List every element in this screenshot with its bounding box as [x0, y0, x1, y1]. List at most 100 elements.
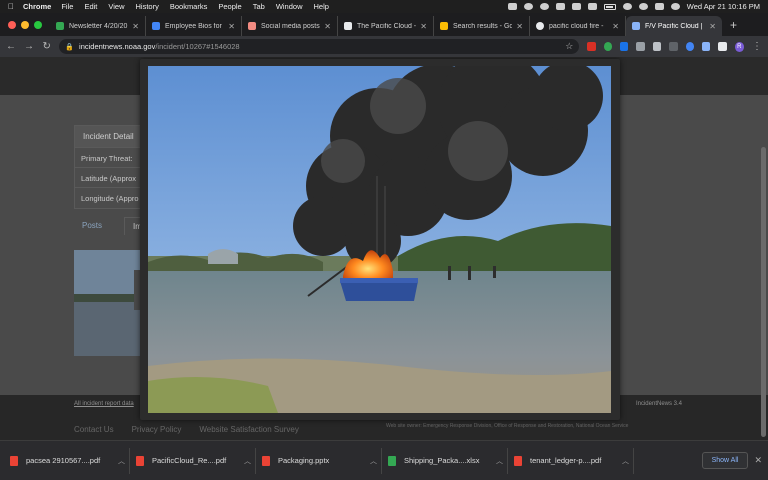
extension-icon[interactable] — [587, 42, 596, 51]
more-menu-icon[interactable]: ⋮ — [752, 41, 762, 52]
page-scrollbar[interactable] — [761, 147, 766, 437]
minimize-window-button[interactable] — [21, 21, 29, 29]
tab-newsletter[interactable]: Newsletter 4/20/20 ✕ — [50, 16, 146, 36]
footer-credit: Web site owner: Emergency Response Divis… — [386, 423, 629, 429]
tab-title: The Pacific Cloud - — [357, 22, 417, 30]
new-tab-button[interactable]: + — [730, 18, 737, 32]
tab-favicon — [152, 22, 160, 30]
status-area: Wed Apr 21 10:16 PM — [507, 2, 760, 11]
tab-social-media[interactable]: Social media posts ✕ — [242, 16, 338, 36]
close-tab-icon[interactable]: ✕ — [612, 22, 619, 31]
close-tab-icon[interactable]: ✕ — [228, 22, 235, 31]
forward-arrow-icon[interactable]: → — [24, 41, 34, 52]
extension-icon[interactable] — [620, 42, 629, 51]
siri-icon[interactable] — [670, 3, 680, 10]
show-all-button[interactable]: Show All — [701, 452, 749, 469]
download-item[interactable]: pacsea 2910567....pdf ︿ — [6, 447, 130, 474]
pptx-file-icon — [262, 455, 270, 466]
tab-title: Search results - Go — [453, 22, 513, 30]
menu-people[interactable]: People — [218, 2, 241, 11]
extension-icon[interactable] — [685, 42, 694, 51]
tab-title: Employee Bios for I — [165, 22, 225, 30]
download-item[interactable]: Shipping_Packa....xlsx ︿ — [384, 447, 508, 474]
lock-icon[interactable]: 🔒 — [65, 43, 74, 51]
url-domain: incidentnews.noaa.gov — [79, 42, 156, 51]
menu-help[interactable]: Help — [314, 2, 329, 11]
menu-tab[interactable]: Tab — [253, 2, 265, 11]
browser-tab-strip: Newsletter 4/20/20 ✕ Employee Bios for I… — [0, 13, 768, 36]
lightbox-photo[interactable] — [148, 66, 611, 413]
bookmark-status-icon[interactable] — [555, 3, 565, 10]
extension-icon[interactable] — [636, 42, 645, 51]
all-reports-link[interactable]: All incident report data — [74, 401, 134, 407]
back-arrow-icon[interactable]: ← — [6, 41, 16, 52]
macos-menu-bar:  Chrome File Edit View History Bookmark… — [0, 0, 768, 13]
control-center-icon[interactable] — [654, 3, 664, 10]
tab-favicon — [536, 22, 544, 30]
app-version: IncidentNews 3.4 — [635, 401, 682, 407]
tab-search-results[interactable]: Search results - Go ✕ — [434, 16, 530, 36]
tab-title: F/V Pacific Cloud | I — [645, 22, 706, 30]
pdf-file-icon — [136, 455, 144, 466]
menu-edit[interactable]: Edit — [84, 2, 97, 11]
menu-history[interactable]: History — [136, 2, 159, 11]
close-tab-icon[interactable]: ✕ — [324, 22, 331, 31]
spotlight-icon[interactable] — [638, 3, 648, 10]
url-path: /incident/10267#1546028 — [155, 42, 240, 51]
bookmark-star-icon[interactable]: ☆ — [565, 41, 573, 52]
chevron-up-icon[interactable]: ︿ — [118, 456, 125, 466]
battery-icon[interactable] — [603, 3, 616, 10]
menu-app-name[interactable]: Chrome — [23, 2, 51, 11]
tab-employee-bios[interactable]: Employee Bios for I ✕ — [146, 16, 242, 36]
status-app-icon[interactable] — [507, 3, 517, 10]
dropbox-icon[interactable] — [571, 3, 581, 10]
web-page: Incident Detail Primary Threat: Latitude… — [0, 57, 768, 440]
close-tab-icon[interactable]: ✕ — [132, 22, 139, 31]
contact-us-link[interactable]: Contact Us — [74, 425, 114, 434]
tab-favicon — [56, 22, 64, 30]
tab-pacific-cloud-fire[interactable]: pacific cloud fire - ✕ — [530, 16, 626, 36]
chevron-up-icon[interactable]: ︿ — [496, 456, 503, 466]
search-status-icon[interactable] — [587, 3, 597, 10]
menu-file[interactable]: File — [61, 2, 73, 11]
boat-fire-photo — [148, 66, 611, 413]
download-item[interactable]: tenant_ledger-p....pdf ︿ — [510, 447, 634, 474]
extension-icon[interactable] — [669, 42, 678, 51]
chevron-up-icon[interactable]: ︿ — [370, 456, 377, 466]
close-tab-icon[interactable]: ✕ — [420, 22, 427, 31]
profile-avatar[interactable]: R — [734, 41, 744, 52]
close-window-button[interactable] — [8, 21, 16, 29]
menu-bookmarks[interactable]: Bookmarks — [170, 2, 208, 11]
tab-active-incident[interactable]: F/V Pacific Cloud | I ✕ — [626, 16, 722, 36]
extension-icon[interactable] — [652, 42, 662, 51]
cloud-icon[interactable] — [539, 3, 549, 10]
download-item[interactable]: Packaging.pptx ︿ — [258, 447, 382, 474]
tab-favicon — [632, 22, 640, 30]
survey-link[interactable]: Website Satisfaction Survey — [199, 425, 298, 434]
close-downloads-icon[interactable]: ✕ — [754, 455, 762, 466]
chevron-up-icon[interactable]: ︿ — [244, 456, 251, 466]
sync-icon[interactable] — [523, 3, 533, 10]
chevron-up-icon[interactable]: ︿ — [622, 456, 629, 466]
menu-view[interactable]: View — [108, 2, 124, 11]
menubar-clock[interactable]: Wed Apr 21 10:16 PM — [687, 2, 760, 11]
close-tab-icon[interactable]: ✕ — [709, 22, 716, 31]
menu-window[interactable]: Window — [276, 2, 303, 11]
tab-pacific-cloud[interactable]: The Pacific Cloud - ✕ — [338, 16, 434, 36]
extension-icon[interactable] — [603, 42, 613, 51]
image-thumbnail[interactable] — [74, 250, 142, 356]
apple-icon[interactable]:  — [8, 2, 14, 11]
wifi-icon[interactable] — [622, 3, 632, 10]
reload-icon[interactable]: ↻ — [42, 41, 51, 52]
close-tab-icon[interactable]: ✕ — [516, 22, 523, 31]
download-item[interactable]: PacificCloud_Re....pdf ︿ — [132, 447, 256, 474]
extension-icon[interactable] — [701, 42, 711, 51]
extensions-puzzle-icon[interactable] — [718, 42, 727, 51]
tab-posts[interactable]: Posts — [74, 217, 110, 235]
browser-toolbar: ← → ↻ 🔒 incidentnews.noaa.gov/incident/1… — [0, 36, 768, 57]
privacy-policy-link[interactable]: Privacy Policy — [132, 425, 182, 434]
zoom-window-button[interactable] — [34, 21, 42, 29]
tab-title: Social media posts — [261, 22, 320, 30]
pdf-file-icon — [10, 455, 18, 466]
address-bar[interactable]: 🔒 incidentnews.noaa.gov/incident/10267#1… — [59, 39, 580, 54]
